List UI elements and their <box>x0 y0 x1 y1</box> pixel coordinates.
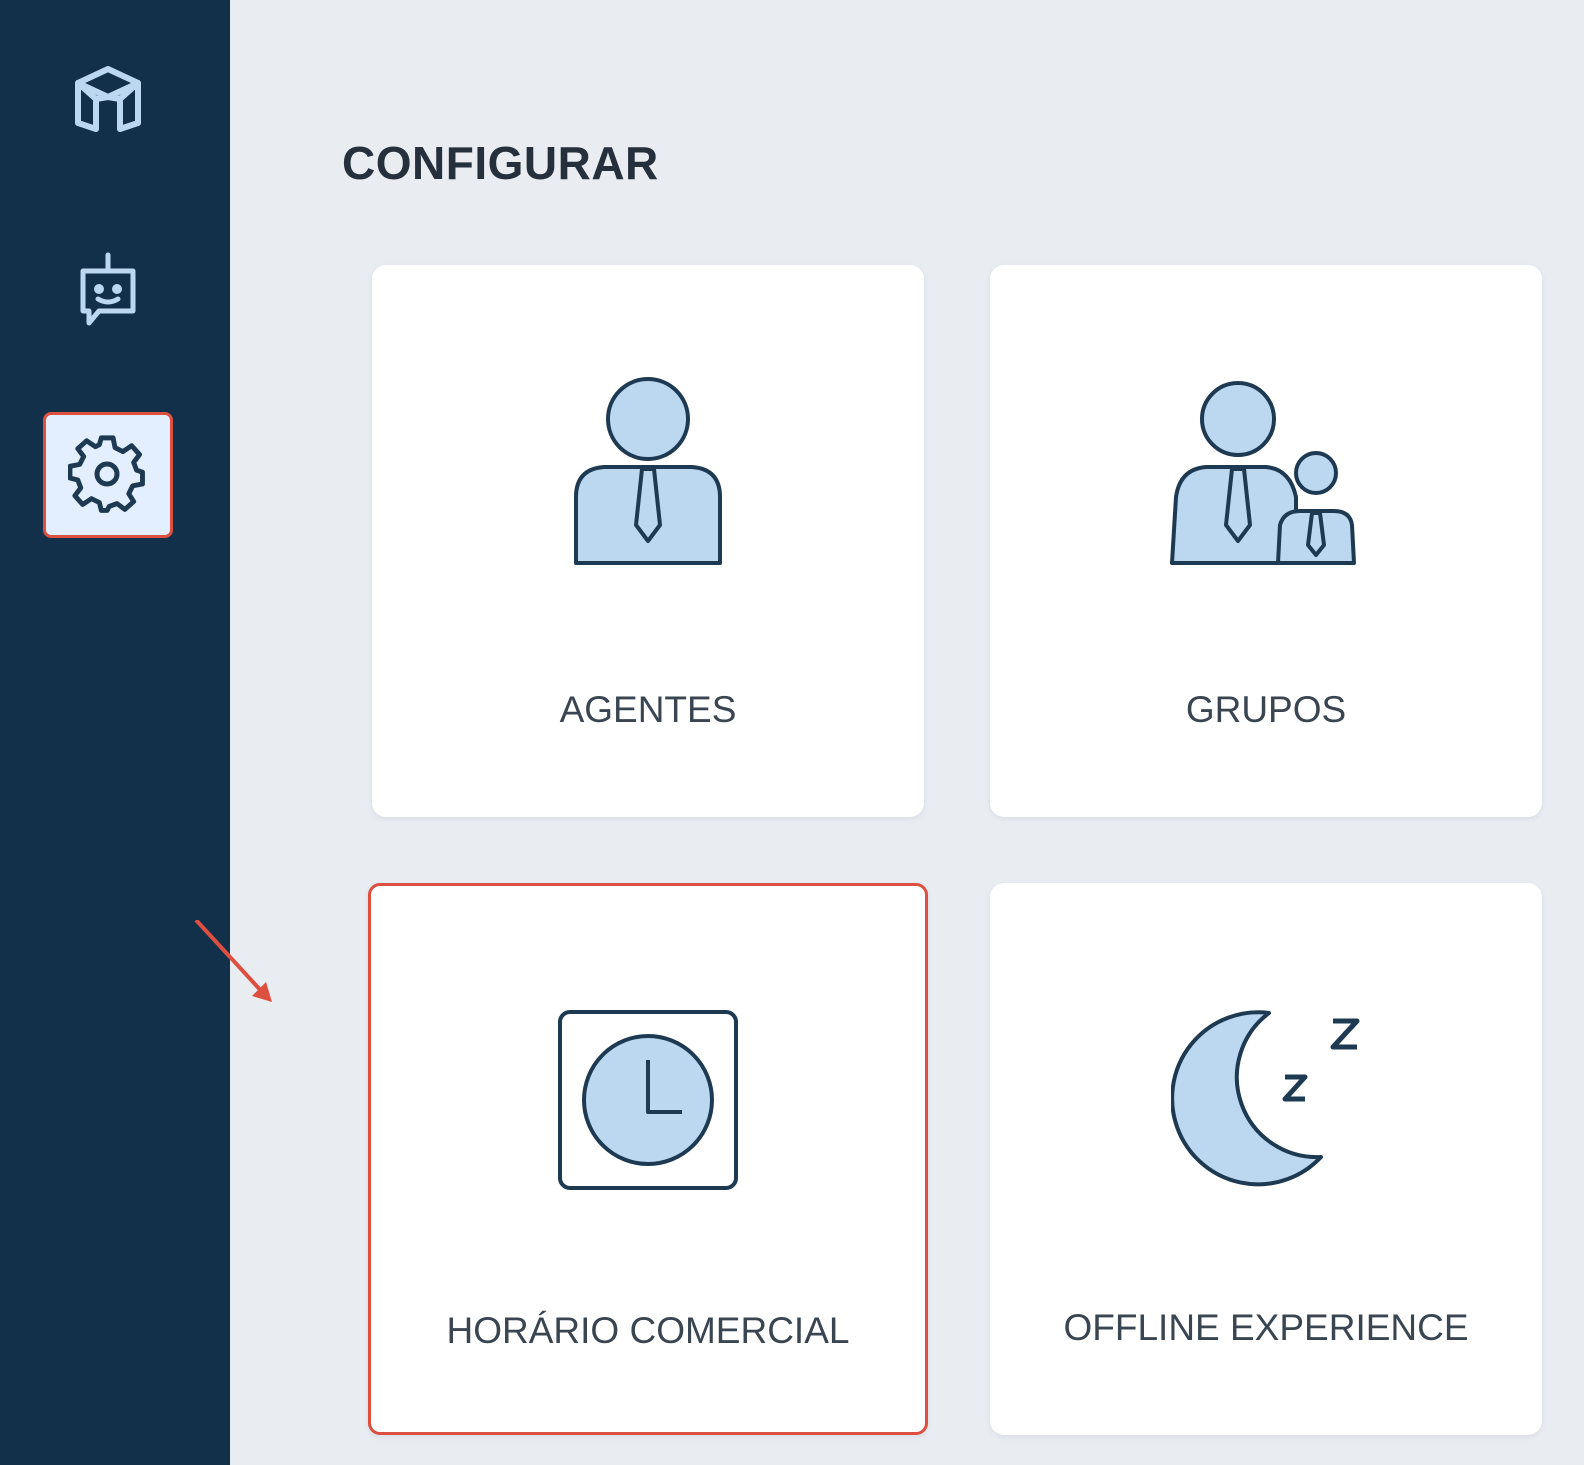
card-agentes[interactable]: AGENTES <box>372 265 924 817</box>
page-title: CONFIGURAR <box>342 137 659 189</box>
card-label: OFFLINE EXPERIENCE <box>1063 1307 1469 1348</box>
clock-icon <box>558 1010 738 1190</box>
cube-icon <box>75 66 141 132</box>
main-content: CONFIGURAR AGENTES GRUPOS HORÁRIO COMERC… <box>230 0 1584 1465</box>
card-horario-comercial[interactable]: HORÁRIO COMERCIAL <box>368 883 928 1435</box>
annotation-arrow-icon <box>194 920 272 1002</box>
chatbot-icon <box>80 252 136 326</box>
sidebar <box>0 0 230 1465</box>
sidebar-item-settings[interactable] <box>43 412 173 538</box>
groups-icon <box>1170 381 1356 565</box>
sidebar-item-bot[interactable] <box>43 228 173 354</box>
card-grupos[interactable]: GRUPOS <box>990 265 1542 817</box>
card-offline-experience[interactable]: OFFLINE EXPERIENCE <box>990 883 1542 1435</box>
moon-sleep-icon <box>1171 1010 1360 1187</box>
card-label: GRUPOS <box>1185 689 1347 730</box>
agent-icon <box>574 377 722 565</box>
gear-icon <box>68 435 145 513</box>
sidebar-item-cube[interactable] <box>43 38 173 164</box>
card-label: AGENTES <box>559 689 737 730</box>
card-label: HORÁRIO COMERCIAL <box>446 1310 850 1351</box>
